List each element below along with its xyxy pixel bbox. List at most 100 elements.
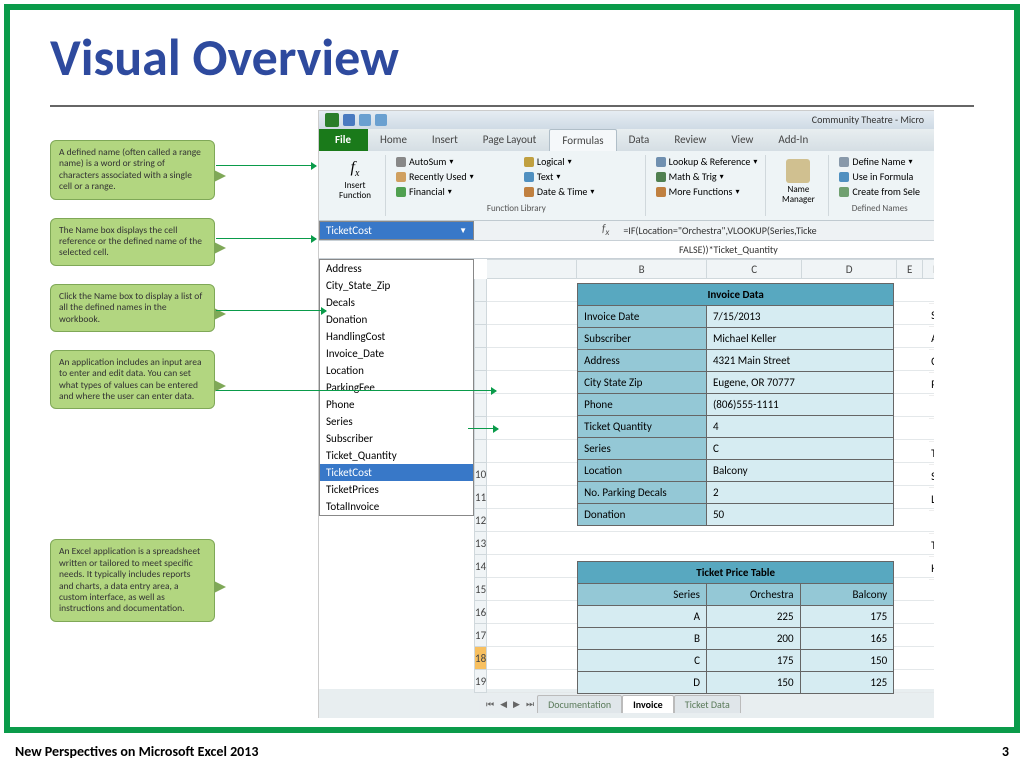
name-option[interactable]: ParkingFee: [320, 379, 473, 396]
insert-function-button[interactable]: fx Insert Function: [333, 155, 377, 201]
row-header[interactable]: 16: [474, 601, 487, 624]
quick-access-toolbar[interactable]: Community Theatre - Micro: [319, 111, 934, 129]
invoice-label[interactable]: No. Parking Decals: [578, 482, 707, 504]
price-orchestra[interactable]: 200: [706, 628, 800, 650]
ribbon-tab-bar[interactable]: File Home Insert Page Layout Formulas Da…: [319, 129, 934, 151]
invoice-label[interactable]: Invoice Date: [578, 306, 707, 328]
name-manager-button[interactable]: Name Manager: [776, 155, 820, 205]
sheet-tab-bar[interactable]: ⏮ ◀ ▶ ⏭ Documentation Invoice Ticket Dat…: [479, 694, 745, 714]
name-option[interactable]: TicketPrices: [320, 481, 473, 498]
sheet-nav-first-icon[interactable]: ⏮: [483, 699, 497, 710]
price-balcony[interactable]: 165: [800, 628, 894, 650]
tab-view[interactable]: View: [719, 129, 766, 151]
tab-review[interactable]: Review: [662, 129, 719, 151]
text-button[interactable]: Text▾: [524, 170, 637, 183]
col-header-b[interactable]: B: [577, 259, 707, 279]
invoice-value[interactable]: Eugene, OR 70777: [706, 372, 893, 394]
invoice-label[interactable]: Donation: [578, 504, 707, 526]
fx-icon[interactable]: fx: [594, 222, 617, 238]
price-balcony[interactable]: 175: [800, 606, 894, 628]
price-orchestra[interactable]: 175: [706, 650, 800, 672]
row-header[interactable]: 17: [474, 624, 487, 647]
redo-icon[interactable]: [375, 114, 387, 126]
row-header[interactable]: 11: [474, 486, 487, 509]
row-header[interactable]: 18: [474, 647, 487, 670]
name-option[interactable]: Subscriber: [320, 430, 473, 447]
col-header-f[interactable]: F: [923, 259, 934, 279]
invoice-value[interactable]: 50: [706, 504, 893, 526]
invoice-value[interactable]: Balcony: [706, 460, 893, 482]
invoice-label[interactable]: Phone: [578, 394, 707, 416]
invoice-label[interactable]: Series: [578, 438, 707, 460]
name-option[interactable]: City_State_Zip: [320, 277, 473, 294]
defined-names-dropdown[interactable]: AddressCity_State_ZipDecalsDonationHandl…: [319, 259, 474, 516]
ticket-price-table[interactable]: Ticket Price Table Series Orchestra Balc…: [577, 561, 894, 694]
name-option[interactable]: Address: [320, 260, 473, 277]
name-option[interactable]: Ticket_Quantity: [320, 447, 473, 464]
formula-bar[interactable]: =IF(Location="Orchestra",VLOOKUP(Series,…: [617, 224, 934, 237]
save-icon[interactable]: [343, 114, 355, 126]
row-header[interactable]: 12: [474, 509, 487, 532]
define-name-button[interactable]: Define Name▾: [839, 155, 920, 168]
row-header[interactable]: 14: [474, 555, 487, 578]
invoice-label[interactable]: Subscriber: [578, 328, 707, 350]
tab-page-layout[interactable]: Page Layout: [471, 129, 550, 151]
invoice-data-table[interactable]: Invoice Data Invoice Date7/15/2013Subscr…: [577, 283, 894, 526]
invoice-label[interactable]: Ticket Quantity: [578, 416, 707, 438]
invoice-value[interactable]: 4: [706, 416, 893, 438]
name-option[interactable]: Decals: [320, 294, 473, 311]
tab-data[interactable]: Data: [617, 129, 663, 151]
name-option[interactable]: HandlingCost: [320, 328, 473, 345]
name-box[interactable]: TicketCost▼: [319, 221, 474, 240]
price-series[interactable]: D: [578, 672, 707, 694]
name-box-dropdown-icon[interactable]: ▼: [459, 226, 467, 236]
invoice-label[interactable]: City State Zip: [578, 372, 707, 394]
row-header[interactable]: 10: [474, 463, 487, 486]
tab-insert[interactable]: Insert: [420, 129, 471, 151]
price-balcony[interactable]: 150: [800, 650, 894, 672]
logical-button[interactable]: Logical▾: [524, 155, 637, 168]
name-option[interactable]: TotalInvoice: [320, 498, 473, 515]
invoice-value[interactable]: (806)555-1111: [706, 394, 893, 416]
datetime-button[interactable]: Date & Time▾: [524, 185, 637, 198]
name-option[interactable]: Invoice_Date: [320, 345, 473, 362]
invoice-value[interactable]: 4321 Main Street: [706, 350, 893, 372]
invoice-label[interactable]: Location: [578, 460, 707, 482]
tab-file[interactable]: File: [319, 129, 368, 151]
row-header[interactable]: 13: [474, 532, 487, 555]
sheet-nav-last-icon[interactable]: ⏭: [523, 699, 537, 710]
math-button[interactable]: Math & Trig▾: [656, 170, 758, 183]
tab-home[interactable]: Home: [368, 129, 420, 151]
price-orchestra[interactable]: 150: [706, 672, 800, 694]
sheet-tab-ticket-data[interactable]: Ticket Data: [674, 695, 741, 713]
sheet-tab-invoice[interactable]: Invoice: [622, 695, 674, 713]
price-series[interactable]: A: [578, 606, 707, 628]
price-orchestra[interactable]: 225: [706, 606, 800, 628]
invoice-label[interactable]: Address: [578, 350, 707, 372]
use-in-formula-button[interactable]: Use in Formula: [839, 170, 920, 183]
autosum-button[interactable]: AutoSum▾: [396, 155, 516, 168]
tab-addins[interactable]: Add-In: [766, 129, 821, 151]
sheet-nav-next-icon[interactable]: ▶: [510, 699, 523, 710]
name-option[interactable]: Location: [320, 362, 473, 379]
name-option[interactable]: Phone: [320, 396, 473, 413]
name-option[interactable]: Series: [320, 413, 473, 430]
invoice-value[interactable]: 2: [706, 482, 893, 504]
more-fn-button[interactable]: More Functions▾: [656, 185, 758, 198]
price-series[interactable]: B: [578, 628, 707, 650]
invoice-value[interactable]: C: [706, 438, 893, 460]
tab-formulas[interactable]: Formulas: [549, 129, 616, 151]
col-header-c[interactable]: C: [707, 259, 802, 279]
price-series[interactable]: C: [578, 650, 707, 672]
sheet-tab-documentation[interactable]: Documentation: [537, 695, 622, 713]
name-option[interactable]: Donation: [320, 311, 473, 328]
recent-button[interactable]: Recently Used▾: [396, 170, 516, 183]
lookup-button[interactable]: Lookup & Reference▾: [656, 155, 758, 168]
name-option[interactable]: TicketCost: [320, 464, 473, 481]
create-from-selection-button[interactable]: Create from Sele: [839, 185, 920, 198]
col-header-e[interactable]: E: [897, 259, 923, 279]
sheet-nav-prev-icon[interactable]: ◀: [497, 699, 510, 710]
financial-button[interactable]: Financial▾: [396, 185, 516, 198]
invoice-value[interactable]: 7/15/2013: [706, 306, 893, 328]
price-balcony[interactable]: 125: [800, 672, 894, 694]
